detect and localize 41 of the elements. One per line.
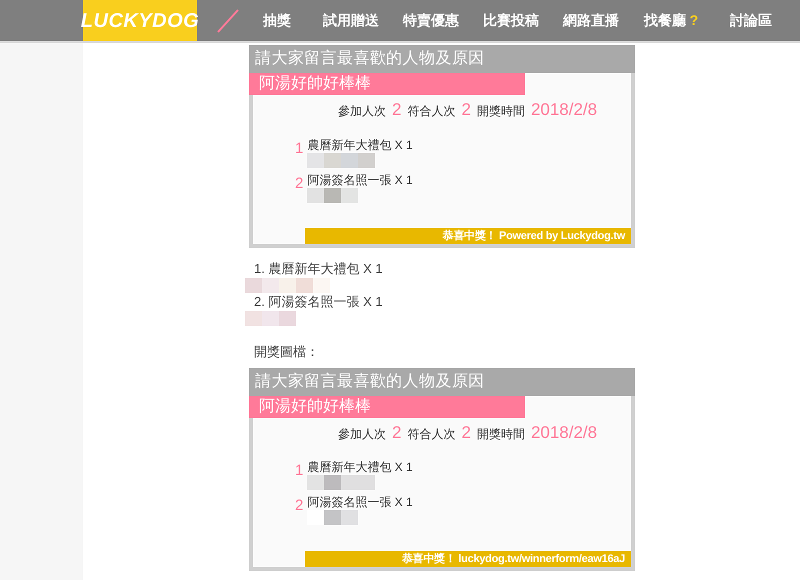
prize-name: 阿湯簽名照一張 X 1 — [307, 494, 413, 510]
stat-label: 符合人次 — [407, 426, 456, 442]
stat-label: 符合人次 — [407, 103, 456, 120]
prize-number: 1 — [295, 461, 304, 481]
stat-label: 開獎時間 — [476, 103, 525, 120]
stat-label: 開獎時間 — [476, 426, 525, 442]
pixelated-name-drawing — [307, 188, 358, 202]
nav-link[interactable]: 討論區 — [711, 10, 791, 31]
stat-value: 2 — [392, 422, 402, 444]
prize-name: 農曆新年大禮包 X 1 — [307, 136, 413, 152]
stat-value: 2018/2/8 — [530, 422, 598, 444]
congrats-banner: 恭喜中獎！ Powered by Luckydog.tw — [305, 228, 631, 244]
nav-link[interactable]: 網路直播 — [551, 10, 631, 31]
stat-value: 2 — [461, 422, 471, 444]
pixelated-name-drawing — [307, 475, 376, 490]
nav-link[interactable]: 找餐廳 ? — [631, 10, 711, 31]
stat-value: 2018/2/8 — [530, 99, 598, 121]
stat-value: 2 — [461, 99, 471, 121]
card-header: 請大家留言最喜歡的人物及原因 — [249, 368, 635, 396]
nav-link[interactable]: 特賣優惠 — [391, 10, 471, 31]
image-label: 開獎圖檔： — [254, 343, 320, 361]
prize-name: 阿湯簽名照一張 X 1 — [307, 172, 413, 188]
prize-name: 農曆新年大禮包 X 1 — [307, 459, 413, 475]
stat-label: 參加人次 — [338, 103, 386, 120]
congrats-banner: 恭喜中獎！ luckydog.tw/winnerform/eaw16aJ — [305, 550, 631, 566]
raffle-title: 阿湯好帥好棒棒 — [249, 73, 525, 95]
nav-link[interactable]: 抽獎 — [249, 10, 311, 31]
winner-line: 2. 阿湯簽名照一張 X 1 — [254, 293, 384, 311]
nav-link[interactable]: 試用贈送 — [311, 10, 391, 31]
pixelated-name-drawing — [307, 152, 376, 168]
prize-number: 2 — [295, 174, 304, 194]
pixelated-name-drawing — [245, 311, 296, 326]
stat-value: 2 — [392, 99, 402, 121]
card-header: 請大家留言最喜歡的人物及原因 — [249, 45, 635, 73]
prize-number: 1 — [295, 138, 304, 158]
nav-link[interactable]: 比賽投稿 — [471, 10, 551, 31]
raffle-title: 阿湯好帥好棒棒 — [249, 396, 525, 418]
winner-line: 1. 農曆新年大禮包 X 1 — [254, 260, 384, 278]
slash-icon — [217, 8, 239, 32]
prize-number: 2 — [295, 496, 304, 516]
stat-label: 參加人次 — [338, 426, 386, 442]
